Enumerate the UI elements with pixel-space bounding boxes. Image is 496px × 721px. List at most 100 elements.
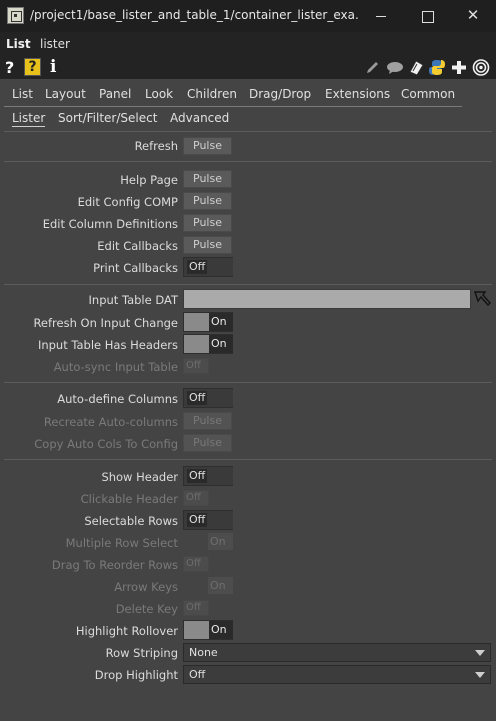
input-table-has-headers-toggle[interactable]: On xyxy=(183,334,233,354)
show-header-toggle[interactable]: Off xyxy=(183,466,233,486)
tab-advanced[interactable]: Advanced xyxy=(170,111,229,125)
delete-key-toggle: Off xyxy=(183,600,209,616)
toggle-state: Off xyxy=(187,469,208,483)
plus-icon[interactable] xyxy=(450,59,468,76)
pencil-icon[interactable] xyxy=(364,59,382,76)
recreate-auto-columns-label: Recreate Auto-columns xyxy=(43,415,178,429)
edit-column-definitions-pulse-button[interactable]: Pulse xyxy=(183,214,232,232)
title-bar[interactable]: /project1/base_lister_and_table_1/contai… xyxy=(0,0,496,32)
drag-to-reorder-rows-toggle: Off xyxy=(183,556,209,572)
edit-config-comp-pulse-button[interactable]: Pulse xyxy=(183,192,232,210)
section-divider xyxy=(4,382,492,383)
operator-name[interactable]: lister xyxy=(40,37,70,51)
print-callbacks-toggle[interactable]: Off xyxy=(183,257,233,277)
toggle-state: Off xyxy=(187,260,208,274)
delete-key-label: Delete Key xyxy=(115,602,178,616)
operator-type: List xyxy=(6,37,31,51)
question-icon[interactable]: ? xyxy=(5,58,14,77)
sub-tabs: Lister Sort/Filter/Select Advanced xyxy=(0,107,496,129)
auto-define-columns-label: Auto-define Columns xyxy=(57,392,178,406)
help-page-pulse-button[interactable]: Pulse xyxy=(183,170,232,188)
row-striping-menu[interactable]: None xyxy=(183,643,491,662)
show-header-label: Show Header xyxy=(101,470,178,484)
parameter-toolbar: ? ? i xyxy=(0,56,496,79)
arrow-keys-label: Arrow Keys xyxy=(114,580,178,594)
clickable-header-toggle: Off xyxy=(183,490,209,506)
refresh-label: Refresh xyxy=(134,139,178,153)
page-tabs: List Layout Panel Look Children Drag/Dro… xyxy=(0,82,496,106)
edit-column-definitions-label: Edit Column Definitions xyxy=(42,217,178,231)
toggle-knob xyxy=(208,467,233,485)
tab-drag-drop[interactable]: Drag/Drop xyxy=(249,87,311,101)
close-icon: ✕ xyxy=(466,6,480,24)
tab-lister[interactable]: Lister xyxy=(12,111,46,127)
toggle-knob xyxy=(208,389,233,407)
edit-config-comp-label: Edit Config COMP xyxy=(77,195,178,209)
chevron-down-icon xyxy=(475,672,485,678)
multiple-row-select-label: Multiple Row Select xyxy=(65,536,178,550)
comment-icon[interactable] xyxy=(386,59,404,76)
auto-sync-input-table-label: Auto-sync Input Table xyxy=(53,360,178,374)
toggle-state: On xyxy=(209,313,233,331)
drop-highlight-menu[interactable]: Off xyxy=(183,665,491,684)
tab-common[interactable]: Common xyxy=(401,87,455,101)
refresh-pulse-button[interactable]: Pulse xyxy=(183,137,232,155)
toggle-state: Off xyxy=(187,513,208,527)
highlight-rollover-toggle[interactable]: On xyxy=(183,620,233,640)
toggle-knob xyxy=(208,258,233,276)
tab-list[interactable]: List xyxy=(12,87,33,101)
auto-sync-input-table-toggle: Off xyxy=(183,358,209,374)
multiple-row-select-toggle: On xyxy=(208,533,233,550)
target-icon[interactable] xyxy=(472,59,490,76)
help-icon[interactable]: ? xyxy=(24,58,41,76)
copy-auto-cols-to-config-label: Copy Auto Cols To Config xyxy=(34,437,178,451)
selectable-rows-label: Selectable Rows xyxy=(84,514,178,528)
tab-layout[interactable]: Layout xyxy=(45,87,86,101)
section-divider xyxy=(4,459,492,460)
operator-header: List lister xyxy=(0,32,496,56)
drop-highlight-value: Off xyxy=(189,668,206,681)
tab-sort-filter-select[interactable]: Sort/Filter/Select xyxy=(58,111,157,125)
toggle-state: On xyxy=(209,621,233,639)
row-striping-label: Row Striping xyxy=(105,646,178,660)
window-title: /project1/base_lister_and_table_1/contai… xyxy=(30,8,360,22)
toggle-knob xyxy=(208,511,233,529)
refresh-on-input-change-toggle[interactable]: On xyxy=(183,312,233,332)
section-divider xyxy=(4,131,492,132)
section-divider xyxy=(4,161,492,162)
row-striping-value: None xyxy=(189,646,218,659)
refresh-on-input-change-label: Refresh On Input Change xyxy=(33,316,178,330)
auto-define-columns-toggle[interactable]: Off xyxy=(183,388,233,408)
python-icon[interactable] xyxy=(428,59,446,76)
info-icon[interactable]: i xyxy=(50,57,56,77)
minimize-button[interactable] xyxy=(358,0,404,32)
copy-auto-cols-to-config-pulse-button: Pulse xyxy=(183,434,232,452)
drop-highlight-label: Drop Highlight xyxy=(94,668,178,682)
drag-to-reorder-rows-label: Drag To Reorder Rows xyxy=(51,558,178,572)
app-icon xyxy=(7,7,24,24)
recreate-auto-columns-pulse-button: Pulse xyxy=(183,412,232,430)
tab-extensions[interactable]: Extensions xyxy=(325,87,390,101)
clone-icon[interactable] xyxy=(407,59,425,76)
section-divider xyxy=(4,284,492,285)
print-callbacks-label: Print Callbacks xyxy=(93,261,178,275)
tab-panel[interactable]: Panel xyxy=(99,87,131,101)
toggle-state: Off xyxy=(187,391,208,405)
clickable-header-label: Clickable Header xyxy=(80,492,178,506)
toggle-state: On xyxy=(209,335,233,353)
input-table-dat-field[interactable] xyxy=(183,289,471,309)
edit-callbacks-label: Edit Callbacks xyxy=(97,239,178,253)
tab-look[interactable]: Look xyxy=(145,87,173,101)
input-table-dat-label: Input Table DAT xyxy=(88,293,178,307)
chevron-down-icon xyxy=(475,650,485,656)
edit-callbacks-pulse-button[interactable]: Pulse xyxy=(183,236,232,254)
highlight-rollover-label: Highlight Rollover xyxy=(75,624,178,638)
maximize-button[interactable] xyxy=(404,0,450,32)
drop-arrow-icon[interactable] xyxy=(473,290,491,308)
arrow-keys-toggle: On xyxy=(208,577,233,594)
close-button[interactable]: ✕ xyxy=(450,0,496,32)
help-page-label: Help Page xyxy=(120,173,178,187)
selectable-rows-toggle[interactable]: Off xyxy=(183,510,233,530)
input-table-has-headers-label: Input Table Has Headers xyxy=(37,338,178,352)
tab-children[interactable]: Children xyxy=(187,87,237,101)
